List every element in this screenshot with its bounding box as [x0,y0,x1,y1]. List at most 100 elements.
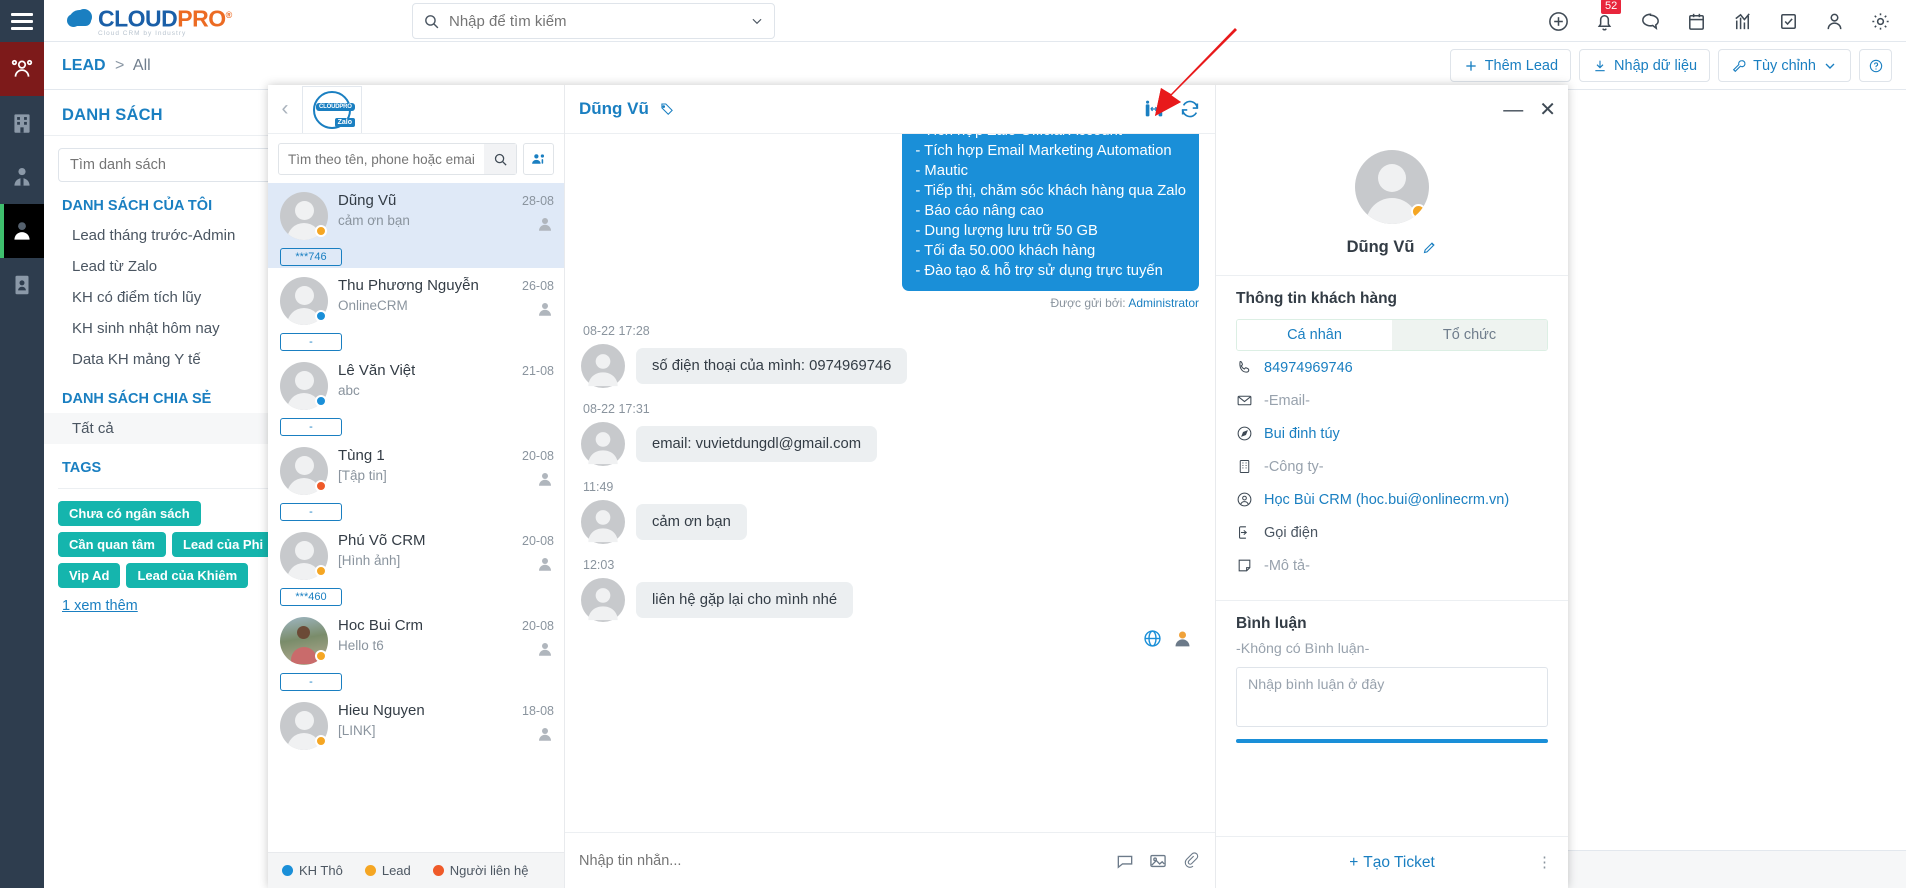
tag-chip[interactable]: Lead của Khiêm [126,563,249,588]
status-dot [315,650,327,662]
help-circle-icon [1869,59,1882,72]
tag-chip[interactable]: Vip Ad [58,563,121,588]
more-options-kebab-icon[interactable]: ⋮ [1537,855,1552,870]
customer-email: -Email- [1264,392,1310,409]
tag-chip[interactable]: Cần quan tâm [58,532,166,557]
tasks-button[interactable] [1776,9,1800,33]
contact-tag[interactable]: - [280,503,342,521]
chat-contact-item[interactable]: Tùng 1 20-08 [Tập tin] [268,438,564,499]
tag-icon[interactable] [658,101,675,118]
chevron-down-icon[interactable] [750,14,764,28]
status-dot [315,395,327,407]
tab-zalo-channel[interactable]: CLOUDPRO Zalo [302,85,362,133]
messages-button[interactable] [1638,9,1662,33]
breadcrumb-root[interactable]: LEAD [62,57,106,74]
quick-reply-icon[interactable] [1115,851,1135,871]
customer-call[interactable]: Gọi điện [1264,525,1318,541]
customer-owner[interactable]: Học Bùi CRM (hoc.bui@onlinecrm.vn) [1264,492,1509,508]
customer-avatar-block: Dũng Vũ [1216,134,1568,257]
minimize-button[interactable]: — [1503,100,1523,120]
chat-contact-item[interactable]: Thu Phương Nguyễn 26-08 OnlineCRM [268,268,564,329]
customer-field-email[interactable]: -Email- [1236,384,1548,417]
rail-item-leads[interactable] [0,42,44,96]
chat-contact-list[interactable]: Dũng Vũ 28-08 cảm ơn bạn ***746 Thu Phươ… [268,183,564,852]
rail-item-organizations[interactable] [0,96,44,150]
tab-organization[interactable]: Tổ chức [1392,320,1547,350]
contact-tag[interactable]: ***746 [280,248,342,266]
comment-input[interactable]: Nhập bình luận ở đây [1236,667,1548,727]
rail-item-contacts[interactable] [0,150,44,204]
customer-field-description[interactable]: -Mô tả- [1236,549,1548,582]
app-logo[interactable]: CLOUDPRO® Cloud CRM by Industry [66,4,232,37]
chat-contact-item[interactable]: Phú Võ CRM 20-08 [Hình ảnh] [268,523,564,584]
customer-field-phone[interactable]: 84974969746 [1236,351,1548,384]
chat-contact-item[interactable]: Hieu Nguyen 18-08 [LINK] [268,693,564,754]
global-search[interactable] [412,3,775,39]
create-ticket-button[interactable]: + Tạo Ticket [1349,854,1435,872]
tab-personal[interactable]: Cá nhân [1237,320,1392,350]
customer-field-owner[interactable]: Học Bùi CRM (hoc.bui@onlinecrm.vn) [1236,483,1548,516]
status-dot [1411,204,1426,219]
globe-icon[interactable] [1142,628,1163,649]
help-button[interactable] [1859,49,1892,82]
contact-tag[interactable]: ***460 [280,588,342,606]
customer-field-company[interactable]: -Công ty- [1236,450,1548,483]
contact-tag[interactable]: - [280,418,342,436]
contact-tag[interactable]: - [280,673,342,691]
user-profile-button[interactable] [1822,9,1846,33]
chat-contact-item[interactable]: Dũng Vũ 28-08 cảm ơn bạn [268,183,564,244]
attachment-icon[interactable] [1181,851,1201,871]
contact-preview: Hello t6 [338,638,384,653]
import-data-button[interactable]: Nhập dữ liệu [1579,49,1711,82]
refresh-icon[interactable] [1179,98,1201,120]
channel-avatar-icon [539,218,551,231]
search-input[interactable] [449,12,750,30]
tag-chip[interactable]: Chưa có ngân sách [58,501,201,526]
notifications-button[interactable]: 52 [1592,0,1622,33]
avatar [581,578,625,622]
customer-phone[interactable]: 84974969746 [1264,360,1353,376]
prev-channel-arrow-icon[interactable]: ‹ [268,97,302,121]
avatar [581,500,625,544]
image-icon[interactable] [1148,851,1168,871]
contact-tag-row: ***746 [268,244,564,268]
message-composer[interactable] [565,832,1215,888]
customize-button[interactable]: Tùy chỉnh [1718,49,1851,82]
customer-field-source[interactable]: Bui đinh túy [1236,417,1548,450]
chat-search[interactable] [278,143,517,175]
message-list[interactable]: - Tích hợp Zalo Official Account - Tích … [565,134,1215,832]
calendar-button[interactable] [1684,9,1708,33]
menu-toggle-button[interactable] [0,0,44,42]
customer-source[interactable]: Bui đinh túy [1264,426,1340,442]
conversation-header-actions [1143,98,1201,120]
logo-tagline: Cloud CRM by Industry [98,29,187,37]
chat-contact-item[interactable]: Hoc Bui Crm 20-08 Hello t6 [268,608,564,669]
message-input[interactable] [579,852,1115,869]
chat-contacts-panel: ‹ CLOUDPRO Zalo Tìm theo tên, phone hoặc… [268,85,565,888]
agent-icon[interactable] [1172,628,1193,649]
chat-search-input[interactable] [279,151,484,167]
scroll-progress-bar[interactable] [1236,739,1548,743]
close-icon[interactable]: ✕ [1539,100,1556,120]
sent-by-name[interactable]: Administrator [1128,296,1199,310]
avatar [280,702,328,750]
contact-tag[interactable]: - [280,333,342,351]
incoming-message-row: email: vuvietdungdl@gmail.com [581,422,1199,466]
assign-conversation-icon[interactable] [1143,98,1165,120]
conversation-header: Dũng Vũ [565,85,1215,134]
settings-button[interactable] [1868,9,1892,33]
contact-name: Hieu Nguyen [338,702,425,719]
customer-field-call[interactable]: Gọi điện [1236,516,1548,549]
reports-button[interactable] [1730,9,1754,33]
customer-info-section: Thông tin khách hàng Cá nhân Tổ chức 849… [1216,275,1568,582]
rail-item-person-active[interactable] [0,204,44,258]
edit-pencil-icon[interactable] [1422,240,1437,255]
rail-item-documents[interactable] [0,258,44,312]
add-group-button[interactable] [523,143,554,175]
tag-chip[interactable]: Lead của Phi [171,532,275,557]
chat-search-button[interactable] [484,144,516,174]
add-lead-button[interactable]: Thêm Lead [1449,49,1572,82]
chat-contact-item[interactable]: Lê Văn Việt 21-08 abc [268,353,564,414]
add-new-button[interactable] [1546,9,1570,33]
top-header-bar: CLOUDPRO® Cloud CRM by Industry 52 [44,0,1906,42]
